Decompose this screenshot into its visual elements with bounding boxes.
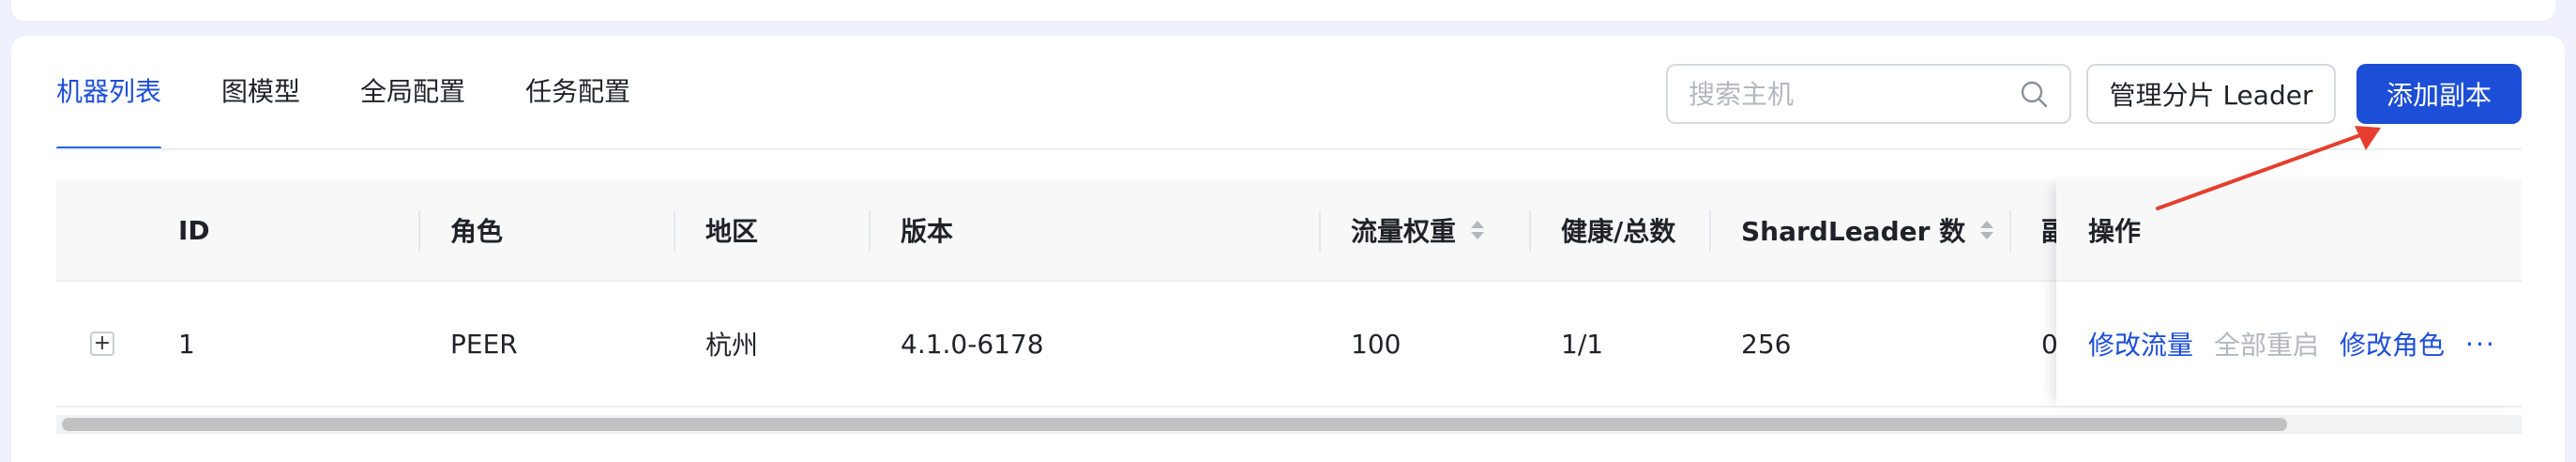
search-input[interactable] [1689, 78, 2019, 110]
column-header-version: 版本 [901, 216, 954, 247]
column-header-role: 角色 [450, 216, 504, 247]
cell-region: 杭州 [705, 330, 759, 361]
column-separator[interactable] [1319, 210, 1321, 252]
restart-all-link: 全部重启 [2214, 330, 2320, 361]
column-header-actions: 操作 [2056, 180, 2522, 282]
search-icon[interactable] [2019, 79, 2049, 109]
search-box[interactable] [1666, 64, 2071, 124]
cell-traffic-weight: 100 [1351, 328, 1402, 360]
add-replica-button[interactable]: 添加副本 [2356, 64, 2522, 124]
column-separator[interactable] [1709, 210, 1711, 252]
more-icon[interactable]: ··· [2465, 329, 2496, 360]
modify-role-link[interactable]: 修改角色 [2340, 325, 2445, 362]
row-expand-cell: + [90, 282, 114, 406]
actions-column: 操作 修改流量 全部重启 修改角色 ··· [2056, 180, 2522, 408]
row-actions: 修改流量 全部重启 修改角色 ··· [2056, 282, 2522, 408]
tab-bar: 机器列表 图模型 全局配置 任务配置 [56, 54, 690, 150]
tab-graph-model[interactable]: 图模型 [221, 54, 300, 150]
horizontal-scrollbar[interactable] [56, 415, 2522, 434]
cell-shard-leader: 256 [1741, 328, 1792, 360]
tab-task-config[interactable]: 任务配置 [525, 54, 630, 150]
scrollbar-thumb[interactable] [62, 418, 2287, 431]
sort-icon[interactable] [1980, 221, 1994, 239]
previous-card-edge [11, 0, 2555, 21]
expand-icon[interactable]: + [90, 331, 114, 356]
tab-machine-list[interactable]: 机器列表 [56, 54, 162, 150]
modify-traffic-link[interactable]: 修改流量 [2088, 325, 2193, 362]
column-header-traffic-weight[interactable]: 流量权重 [1351, 180, 1485, 280]
cell-healthy-total: 1/1 [1561, 328, 1604, 360]
cell-id: 1 [178, 328, 195, 360]
manage-shard-leader-button[interactable]: 管理分片 Leader [2086, 64, 2336, 124]
column-separator[interactable] [2009, 210, 2011, 252]
column-separator[interactable] [418, 210, 420, 252]
tabs-divider [56, 148, 2522, 150]
column-header-id: ID [178, 214, 210, 246]
column-header-region: 地区 [705, 216, 759, 247]
cell-role: PEER [450, 328, 518, 360]
tab-global-config[interactable]: 全局配置 [360, 54, 465, 150]
column-separator[interactable] [869, 210, 871, 252]
machine-table: ID 角色 地区 版本 流量权重 健康/总数 ShardLeader 数 副 +… [56, 180, 2522, 434]
sort-icon[interactable] [1471, 221, 1485, 239]
column-separator[interactable] [674, 210, 675, 252]
cell-version: 4.1.0-6178 [901, 328, 1044, 360]
column-header-healthy-total: 健康/总数 [1561, 216, 1676, 247]
column-header-traffic-weight-label: 流量权重 [1351, 216, 1457, 247]
column-separator[interactable] [1529, 210, 1531, 252]
column-header-shard-leader-label: ShardLeader 数 [1741, 216, 1966, 247]
column-header-shard-leader[interactable]: ShardLeader 数 [1741, 180, 1994, 280]
